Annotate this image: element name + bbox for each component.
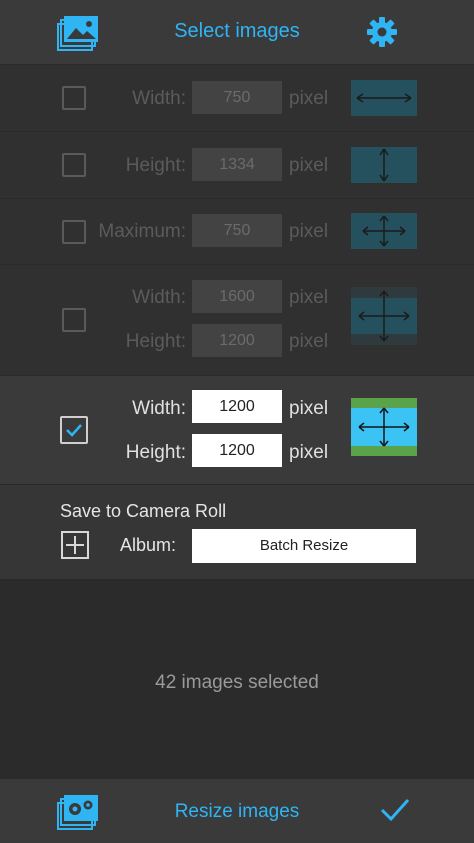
bottom-bar: Resize images: [0, 778, 474, 843]
maximum-preview-icon: [351, 213, 417, 254]
fit-width-label: Width:: [132, 287, 186, 308]
checkmark-icon[interactable]: [380, 797, 410, 828]
fit-preview-icon: [351, 287, 417, 350]
save-title: Save to Camera Roll: [60, 501, 227, 521]
add-album-button[interactable]: [61, 531, 89, 559]
height-label: Height:: [125, 155, 186, 176]
gear-icon[interactable]: [366, 16, 398, 53]
height-input[interactable]: 1334: [192, 148, 282, 181]
fill-width-input[interactable]: 1200: [192, 390, 282, 423]
height-preview-icon: [351, 147, 417, 188]
width-preview-icon: [351, 80, 417, 121]
maximum-label: Maximum:: [98, 221, 186, 242]
option-maximum: Maximum: 750 pixel: [0, 199, 474, 265]
option-height: Height: 1334 pixel: [0, 132, 474, 199]
unit-label: pixel: [289, 221, 329, 242]
album-label: Album:: [120, 535, 177, 555]
album-input[interactable]: Batch Resize: [192, 529, 416, 563]
unit-label: pixel: [289, 155, 329, 176]
unit-label: pixel: [289, 398, 329, 419]
selection-count: 42 images selected: [155, 672, 319, 693]
option-fit: Width: 1600 pixel Height: 1200 pixel: [0, 265, 474, 376]
option-fit-checkbox[interactable]: [62, 308, 86, 332]
unit-label: pixel: [289, 331, 329, 352]
top-bar: Select images: [0, 0, 474, 65]
fill-preview-icon: [351, 398, 417, 461]
maximum-input[interactable]: 750: [192, 214, 282, 247]
option-maximum-checkbox[interactable]: [62, 220, 86, 244]
checkmark-icon: [66, 424, 82, 437]
fit-height-input[interactable]: 1200: [192, 324, 282, 357]
fit-height-label: Height:: [125, 331, 186, 352]
width-input[interactable]: 750: [192, 81, 282, 114]
fit-width-input[interactable]: 1600: [192, 280, 282, 313]
unit-label: pixel: [289, 88, 329, 109]
save-section: Save to Camera Roll Album: Batch Resize: [0, 485, 474, 580]
option-fill: Width: 1200 pixel Height: 1200 pixel: [0, 376, 474, 485]
unit-label: pixel: [289, 442, 329, 463]
option-width: Width: 750 pixel: [0, 65, 474, 132]
width-label: Width:: [132, 88, 186, 109]
option-width-checkbox[interactable]: [62, 86, 86, 110]
page-title: Select images: [174, 20, 300, 42]
fill-height-input[interactable]: 1200: [192, 434, 282, 467]
unit-label: pixel: [289, 287, 329, 308]
option-fill-checkbox[interactable]: [60, 416, 88, 444]
fill-width-label: Width:: [132, 398, 186, 419]
fill-height-label: Height:: [125, 442, 186, 463]
option-height-checkbox[interactable]: [62, 153, 86, 177]
plus-icon: [66, 536, 84, 554]
